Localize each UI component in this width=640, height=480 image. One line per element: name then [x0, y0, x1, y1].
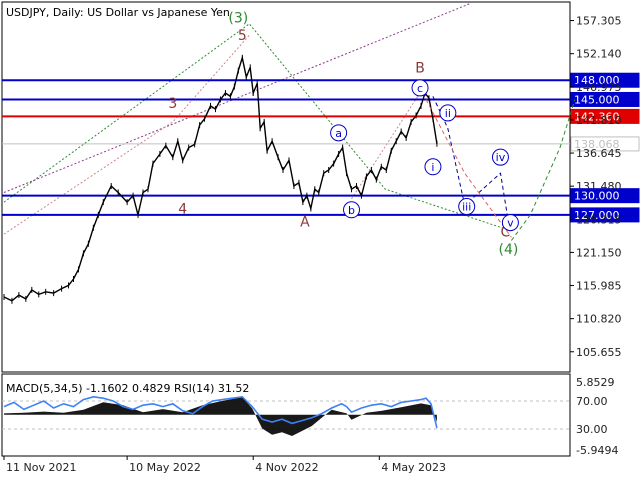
- chart-title: USDJPY, Daily: US Dollar vs Japanese Yen: [6, 6, 230, 19]
- wave-circle-label: i: [431, 161, 434, 174]
- price-tick-label: 105.655: [576, 346, 622, 359]
- wave-label: 5: [238, 28, 247, 44]
- wave-circle-label: v: [507, 217, 514, 230]
- time-tick-label: 10 May 2022: [129, 461, 201, 474]
- wave-circle-label: iv: [496, 151, 506, 164]
- price-tick-label: 146.975: [576, 81, 622, 94]
- wave-circle-label: iii: [462, 201, 471, 214]
- time-tick-label: 4 Nov 2022: [255, 461, 318, 474]
- wave-label: 3: [168, 96, 177, 112]
- wave-label: (4): [498, 242, 518, 258]
- price-tick-label: 141.810: [576, 114, 622, 127]
- price-flag-label: 145.000: [574, 93, 620, 106]
- wave-label: (3): [228, 11, 248, 27]
- wave-circle-label: c: [417, 82, 423, 95]
- price-tick-label: 131.480: [576, 180, 622, 193]
- price-tick-label: 115.985: [576, 280, 622, 293]
- wave-label: B: [415, 61, 425, 77]
- price-tick-label: 121.150: [576, 246, 622, 259]
- wave-circle-label: a: [335, 127, 342, 140]
- wave-circle-label: ii: [445, 107, 451, 120]
- indicator-title: MACD(5,34,5) -1.1602 0.4829 RSI(14) 31.5…: [6, 382, 249, 395]
- price-tick-label: 152.140: [576, 48, 622, 61]
- usdjpy-chart-window: 148.000 145.000 142.360 138.068 130.000 127.0…: [0, 0, 640, 480]
- price-tick-label: 136.645: [576, 147, 622, 160]
- time-tick-label: 4 May 2023: [381, 461, 446, 474]
- wave-circle-label: b: [348, 204, 355, 217]
- price-tick-label: 157.305: [576, 15, 622, 28]
- indicator-tick-label: 30.00: [576, 423, 608, 436]
- wave-label: A: [300, 214, 310, 230]
- indicator-tick-label: 70.00: [576, 395, 608, 408]
- wave-label: 4: [178, 202, 187, 218]
- time-tick-label: 11 Nov 2021: [6, 461, 76, 474]
- price-tick-label: 110.820: [576, 313, 622, 326]
- price-tick-label: 126.315: [576, 213, 622, 226]
- indicator-tick-label: 5.8529: [576, 376, 615, 389]
- indicator-tick-label: -5.9494: [576, 444, 618, 457]
- chart-canvas[interactable]: 148.000145.000142.360138.068130.000127.0…: [0, 0, 640, 480]
